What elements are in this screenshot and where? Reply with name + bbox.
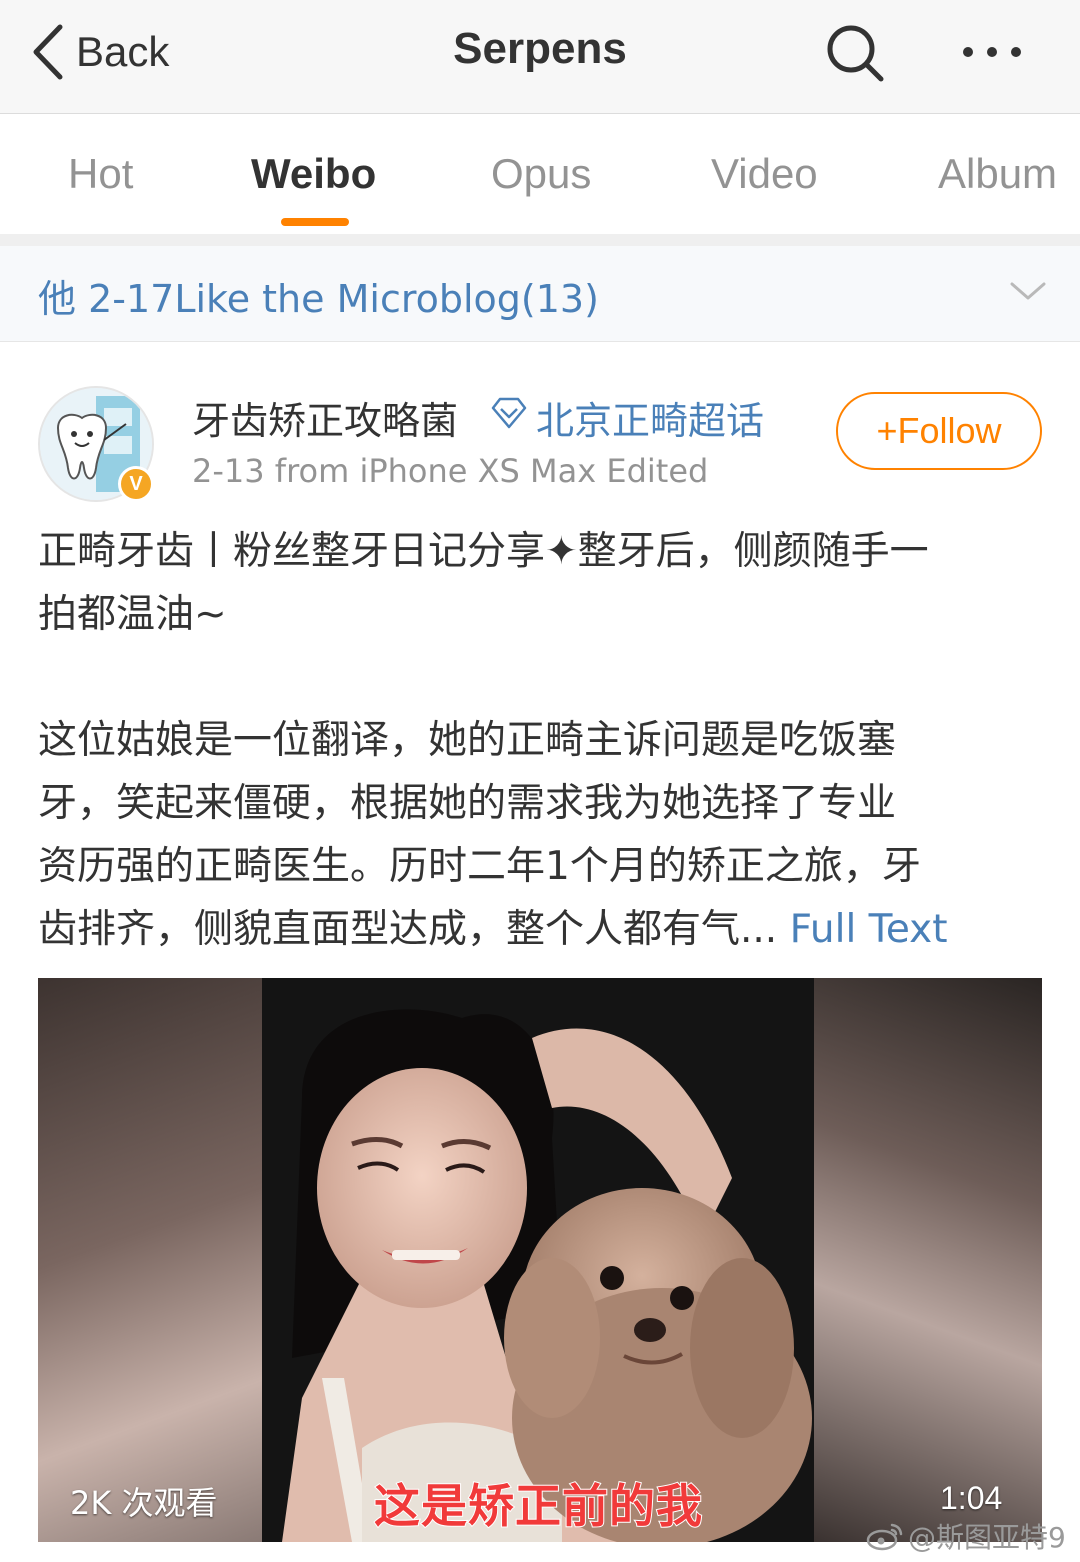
username[interactable]: 牙齿矫正攻略菌 — [192, 390, 458, 445]
view-count: 2K 次观看 — [70, 1484, 218, 1522]
tab-album[interactable]: Album — [938, 150, 1057, 198]
tab-weibo[interactable]: Weibo — [251, 150, 376, 198]
video-duration: 1:04 — [940, 1480, 1003, 1516]
search-button[interactable] — [824, 22, 886, 84]
post-meta: 2-13 from iPhone XS Max Edited — [192, 452, 709, 490]
section-divider — [0, 234, 1080, 246]
video-blur-background-right — [814, 978, 1042, 1542]
follow-button[interactable]: +Follow — [836, 392, 1042, 470]
watermark: @斯图亚特9 — [866, 1516, 1066, 1556]
post-text-line: 这位姑娘是一位翻译，她的正畸主诉问题是吃饭塞 — [38, 718, 897, 763]
chevron-down-icon — [1010, 282, 1046, 300]
post-text-line: 资历强的正畸医生。历时二年1个月的矫正之旅，牙 — [38, 844, 921, 889]
watermark-text: @斯图亚特9 — [908, 1521, 1066, 1554]
active-tab-indicator — [281, 218, 349, 226]
post-text-line: 正畸牙齿丨粉丝整牙日记分享✦整牙后，侧颜随手一 — [38, 529, 929, 574]
back-button[interactable]: Back — [30, 22, 169, 82]
tab-opus[interactable]: Opus — [491, 150, 591, 198]
post-text-last-line: 齿排齐，侧貌直面型达成，整个人都有气... Full Text — [38, 898, 1044, 961]
full-text-link[interactable]: Full Text — [790, 907, 948, 952]
video-player[interactable]: 2K 次观看 这是矫正前的我 1:04 — [38, 978, 1042, 1542]
video-thumbnail — [262, 978, 814, 1542]
weibo-logo-icon — [866, 1523, 903, 1551]
diamond-icon — [491, 397, 527, 429]
video-caption: 这是矫正前的我 — [373, 1478, 703, 1534]
chevron-left-icon — [33, 24, 63, 80]
liked-microblog-banner[interactable]: 他 2-17Like the Microblog(13) — [0, 246, 1080, 342]
post-text: 正畸牙齿丨粉丝整牙日记分享✦整牙后，侧颜随手一 拍都温油~ 这位姑娘是一位翻译，… — [38, 520, 1044, 961]
verified-badge: V — [118, 466, 154, 502]
post-text-line: 齿排齐，侧貌直面型达成，整个人都有气... — [38, 907, 790, 952]
super-topic-link[interactable]: 北京正畸超话 — [536, 390, 764, 445]
post-text-spacer — [38, 646, 1044, 709]
tab-video[interactable]: Video — [711, 150, 818, 198]
post-text-line: 牙，笑起来僵硬，根据她的需求我为她选择了专业 — [38, 781, 897, 826]
profile-tabs: Hot Weibo Opus Video Album — [0, 114, 1080, 234]
video-blur-background-left — [38, 978, 262, 1542]
search-icon — [827, 25, 884, 82]
more-button[interactable] — [956, 34, 1028, 70]
liked-microblog-text: 他 2-17Like the Microblog(13) — [38, 277, 599, 321]
tab-hot[interactable]: Hot — [68, 150, 133, 198]
video-frame-image — [262, 978, 814, 1542]
back-label: Back — [76, 28, 170, 75]
nav-bar: Back Serpens — [0, 0, 1080, 114]
post-text-line: 拍都温油~ — [38, 592, 227, 637]
more-dots-icon — [963, 47, 1021, 57]
avatar[interactable]: V — [38, 386, 154, 502]
